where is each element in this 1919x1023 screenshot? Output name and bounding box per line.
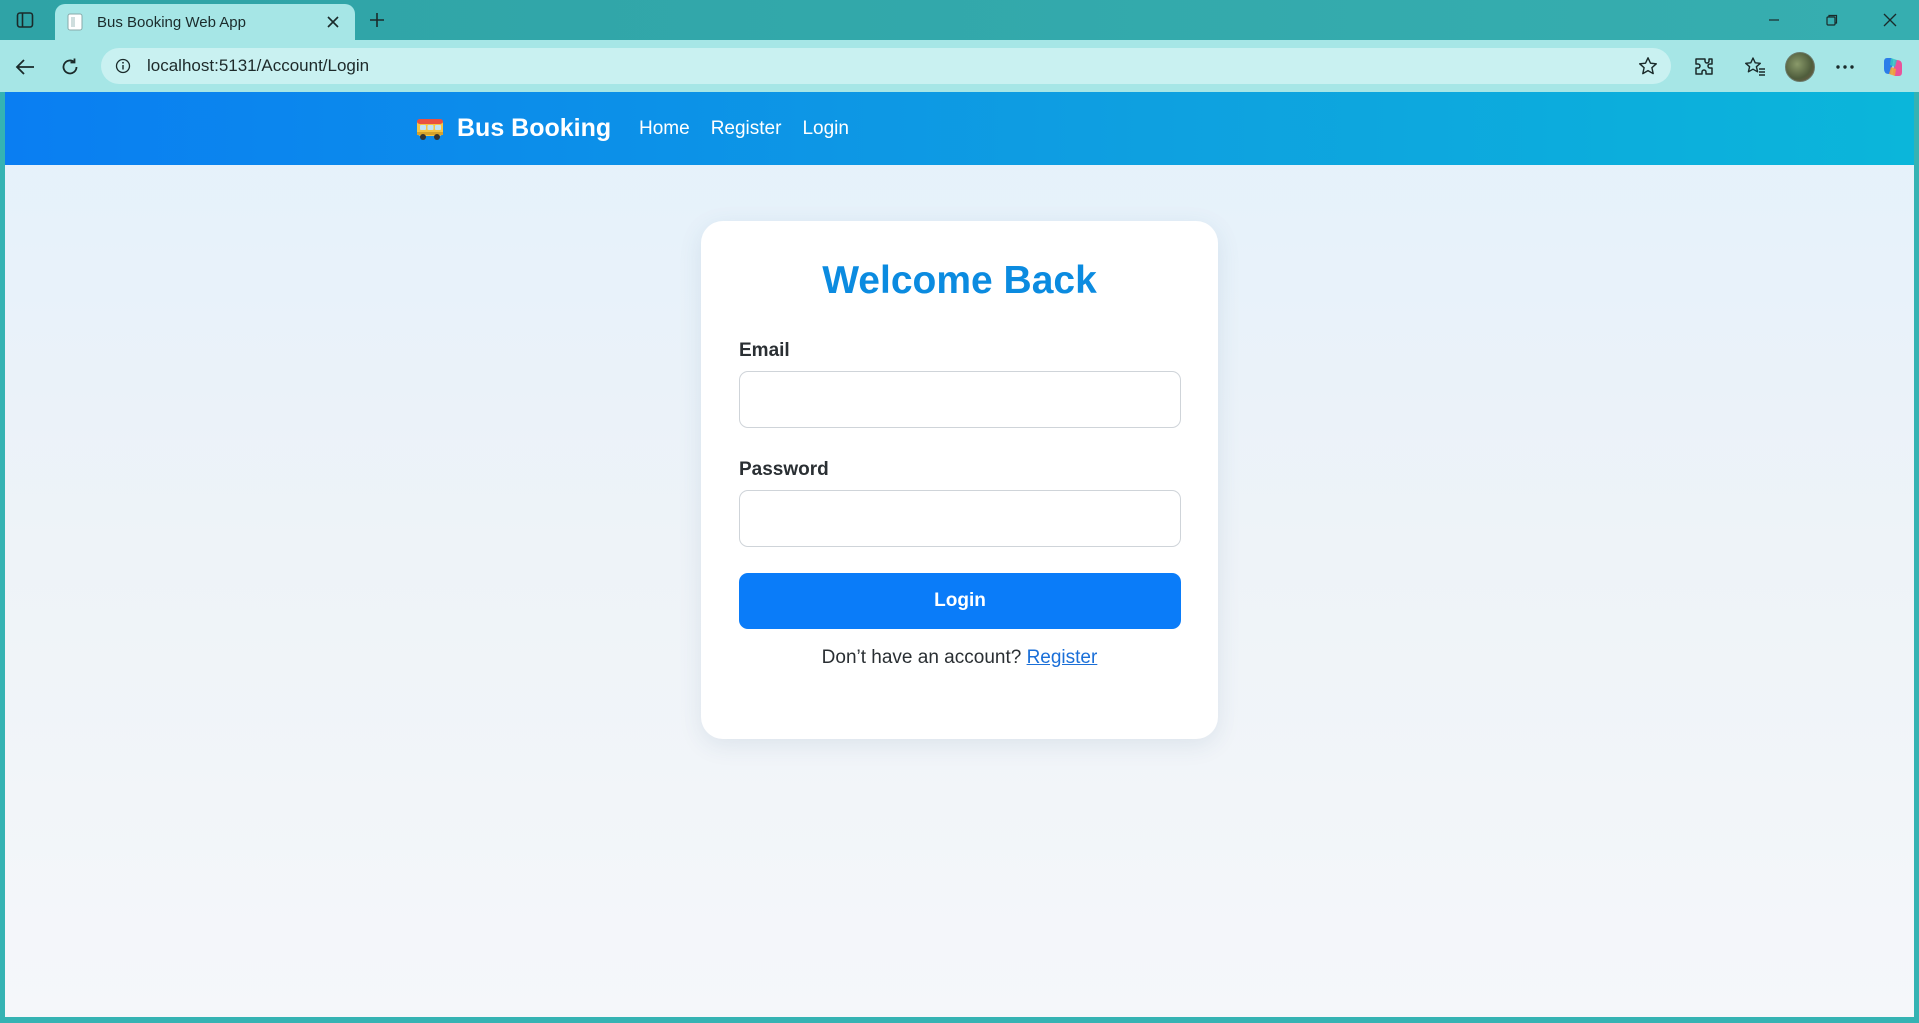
browser-toolbar: localhost:5131/Account/Login — [0, 40, 1919, 92]
password-field[interactable] — [739, 490, 1181, 547]
brand-link[interactable]: Bus Booking — [415, 92, 611, 165]
nav-links: Home Register Login — [639, 92, 870, 165]
profile-avatar[interactable] — [1785, 52, 1815, 82]
nav-login-link[interactable]: Login — [802, 118, 849, 140]
url-text: localhost:5131/Account/Login — [147, 56, 370, 75]
restore-icon[interactable] — [1803, 0, 1861, 40]
more-options-icon[interactable] — [1829, 51, 1861, 83]
browser-tab[interactable]: Bus Booking Web App — [55, 4, 355, 40]
minimize-icon[interactable] — [1745, 0, 1803, 40]
password-label: Password — [739, 459, 829, 480]
site-info-icon[interactable] — [113, 56, 133, 76]
login-button[interactable]: Login — [739, 573, 1181, 629]
favorite-star-icon[interactable] — [1633, 51, 1663, 81]
copilot-icon[interactable] — [1877, 51, 1909, 83]
page-viewport: Bus Booking Home Register Login Welcome … — [5, 92, 1914, 1017]
browser-tab-bar: Bus Booking Web App — [0, 0, 1919, 40]
favorites-icon[interactable] — [1739, 51, 1771, 83]
extensions-icon[interactable] — [1688, 51, 1720, 83]
register-prompt-text: Don’t have an account? — [821, 647, 1022, 668]
window-controls — [1745, 0, 1919, 40]
brand-name: Bus Booking — [457, 114, 612, 142]
new-tab-icon[interactable] — [364, 8, 390, 32]
register-prompt: Don’t have an account? Register — [701, 647, 1218, 669]
site-navbar: Bus Booking Home Register Login — [5, 92, 1914, 165]
reload-icon[interactable] — [55, 52, 85, 82]
page-title: Welcome Back — [822, 259, 1097, 302]
page-favicon-icon — [67, 13, 83, 31]
address-bar[interactable]: localhost:5131/Account/Login — [101, 48, 1671, 84]
register-link[interactable]: Register — [1027, 647, 1098, 668]
nav-home-link[interactable]: Home — [639, 118, 690, 140]
bus-icon — [417, 118, 443, 140]
tab-actions-icon[interactable] — [10, 8, 40, 32]
email-field[interactable] — [739, 371, 1181, 428]
close-window-icon[interactable] — [1861, 0, 1919, 40]
back-arrow-icon[interactable] — [10, 52, 40, 82]
nav-register-link[interactable]: Register — [711, 118, 782, 140]
tab-title: Bus Booking Web App — [97, 13, 246, 31]
login-card: Welcome Back Email Password Login Don’t … — [701, 221, 1218, 739]
email-label: Email — [739, 340, 790, 361]
close-tab-icon[interactable] — [323, 12, 343, 32]
